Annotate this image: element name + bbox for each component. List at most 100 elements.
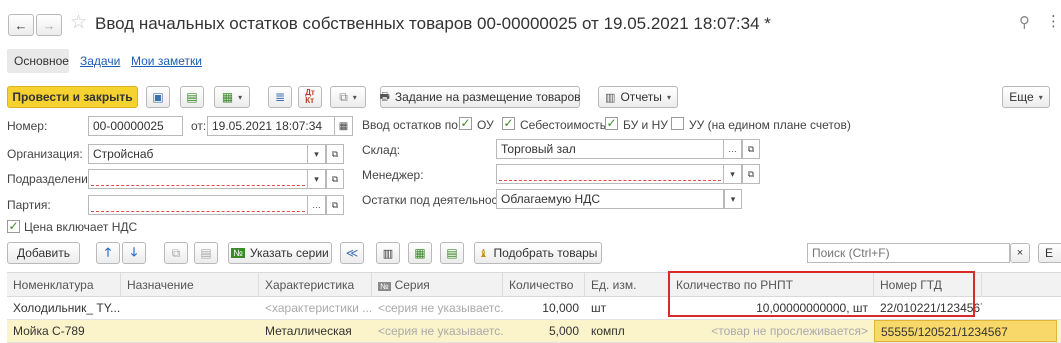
manager-dropdown[interactable]: ▾ [724, 164, 742, 184]
department-label: Подразделение: [7, 172, 98, 186]
date-label: от: [191, 119, 207, 133]
col-quantity[interactable]: Количество [503, 273, 585, 297]
cell-series: <серия не указываетс... [378, 301, 503, 315]
arrow-left-icon: ← [14, 17, 28, 33]
cell-quantity: 5,000 [548, 324, 579, 338]
required-underline [91, 185, 305, 186]
number-field[interactable]: 00-00000025 [88, 116, 183, 136]
share-button[interactable]: ≪ [340, 242, 364, 264]
tab-notes[interactable]: Мои заметки [131, 54, 202, 68]
organization-field[interactable]: Стройснаб [88, 144, 308, 164]
open-icon: ⧉ [747, 143, 755, 154]
more-button[interactable]: Еще ▾ [1002, 86, 1050, 108]
dt-kt-button[interactable]: Дт Кт [298, 86, 322, 108]
back-button[interactable]: ← [8, 14, 34, 36]
highlight-frame [668, 271, 975, 317]
organization-dropdown[interactable]: ▾ [308, 144, 326, 164]
table-row[interactable]: Мойка С-789 Металлическая <серия не указ… [7, 320, 1061, 343]
department-field[interactable] [88, 169, 308, 189]
create-based-icon: ▦ [221, 90, 234, 104]
checkbox-uu[interactable] [671, 117, 684, 130]
manager-field[interactable] [496, 164, 724, 184]
cell-gtd-number[interactable]: 55555/120521/1234567 [874, 320, 1057, 342]
checkbox-uu-label: УУ (на едином плане счетов) [689, 118, 851, 132]
move-down-button[interactable]: 🡓 [122, 242, 146, 264]
paste-row-button[interactable]: ▤ [194, 242, 218, 264]
chevron-down-icon: ▾ [730, 168, 735, 179]
fill-icon: ▦ [414, 246, 426, 260]
specify-series-label: Указать серии [249, 246, 329, 260]
post-and-close-button[interactable]: Провести и закрыть [7, 86, 138, 108]
star-icon[interactable]: ☆ [70, 11, 87, 34]
fill-button[interactable]: ▦ [408, 242, 432, 264]
col-nomenclature[interactable]: Номенклатура [7, 273, 121, 297]
arrow-right-icon: → [42, 17, 56, 33]
chevron-down-icon: ▾ [314, 173, 319, 184]
related-docs-icon: ⧉ [339, 89, 348, 104]
add-row-button[interactable]: Добавить [7, 242, 80, 264]
open-icon: ⧉ [331, 148, 339, 159]
chevron-down-icon: ▾ [238, 92, 243, 102]
placement-task-button[interactable]: 🖶 Задание на размещение товаров [379, 86, 581, 108]
checkbox-cost[interactable]: ✓ [502, 117, 515, 130]
barcode-button[interactable]: ▥ [376, 242, 400, 264]
more-vert-icon[interactable]: ⋮ [1046, 12, 1061, 30]
related-docs-button[interactable]: ⧉ ▾ [330, 86, 366, 108]
import-button[interactable]: ▤ [440, 242, 464, 264]
close-icon: × [1016, 247, 1024, 259]
cell-characteristic: <характеристики ... [265, 301, 372, 315]
chevron-down-icon: ▾ [352, 92, 357, 102]
open-icon: ⧉ [331, 199, 339, 210]
report-icon: ▥ [605, 91, 616, 104]
activity-field[interactable]: Облагаемую НДС [496, 189, 724, 209]
clear-search-button[interactable]: × [1010, 243, 1030, 263]
create-based-on-button[interactable]: ▦ ▾ [214, 86, 250, 108]
chevron-down-icon: ▾ [314, 148, 319, 159]
checkbox-bu-nu[interactable]: ✓ [605, 117, 618, 130]
col-series[interactable]: № Серия [372, 273, 503, 297]
search-more-button[interactable]: Е [1038, 243, 1061, 263]
post-button[interactable]: ▤ [180, 86, 204, 108]
organization-open[interactable]: ⧉ [326, 144, 344, 164]
save-button[interactable]: ▣ [146, 86, 170, 108]
department-open[interactable]: ⧉ [326, 169, 344, 189]
manager-open[interactable]: ⧉ [742, 164, 760, 184]
calendar-icon: ▦ [338, 120, 349, 132]
document-journal-button[interactable]: ≣ [268, 86, 292, 108]
checkbox-bu-nu-label: БУ и НУ [623, 118, 668, 132]
col-purpose[interactable]: Назначение [121, 273, 259, 297]
tab-tasks[interactable]: Задачи [80, 54, 120, 68]
post-and-close-label: Провести и закрыть [12, 90, 133, 104]
batch-select-button[interactable]: … [308, 195, 326, 215]
move-up-button[interactable]: 🡑 [96, 242, 120, 264]
cell-purpose [121, 297, 259, 319]
copy-row-button[interactable]: ⧉ [164, 242, 188, 264]
search-input[interactable] [807, 243, 1010, 263]
forward-button[interactable]: → [36, 14, 62, 36]
required-underline [499, 180, 721, 181]
activity-dropdown[interactable]: ▾ [724, 189, 742, 209]
reports-button[interactable]: ▥ Отчеты ▾ [598, 86, 678, 108]
col-characteristic[interactable]: Характеристика [259, 273, 372, 297]
save-icon: ▣ [152, 90, 164, 104]
checkbox-ou[interactable]: ✓ [459, 117, 472, 130]
calendar-button[interactable]: ▦ [335, 116, 353, 136]
department-dropdown[interactable]: ▾ [308, 169, 326, 189]
pick-goods-button[interactable]: ♝ Подобрать товары [474, 242, 602, 264]
journal-icon: ≣ [274, 90, 286, 104]
batch-open[interactable]: ⧉ [326, 195, 344, 215]
warehouse-field[interactable]: Торговый зал [496, 139, 724, 159]
col-unit[interactable]: Ед. изм. [585, 273, 670, 297]
cell-purpose [121, 320, 259, 342]
barcode-icon: ▥ [382, 247, 394, 260]
warehouse-select-button[interactable]: … [724, 139, 742, 159]
vat-included-checkbox[interactable]: ✓ [7, 220, 20, 233]
link-icon[interactable]: ⚲ [1019, 13, 1030, 31]
copy-icon: ⧉ [171, 245, 181, 260]
batch-field[interactable] [88, 195, 308, 215]
warehouse-open[interactable]: ⧉ [742, 139, 760, 159]
tab-main-label: Основное [14, 54, 69, 68]
specify-series-button[interactable]: № Указать серии [228, 242, 332, 264]
date-field[interactable]: 19.05.2021 18:07:34 [207, 116, 335, 136]
more-label: Еще [1009, 90, 1034, 104]
